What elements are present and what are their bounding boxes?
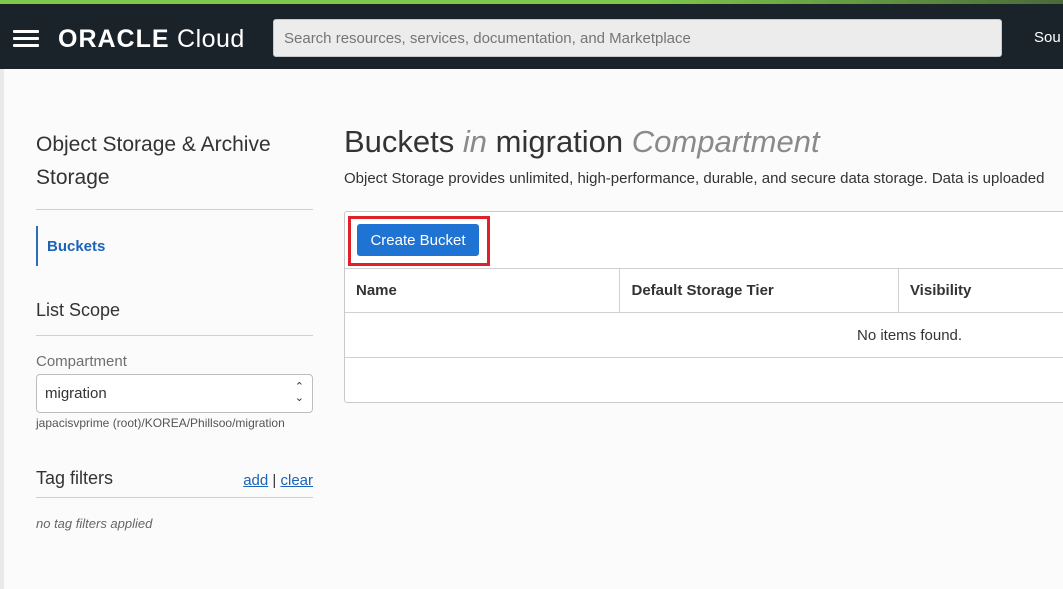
tag-add-link[interactable]: add [243,472,268,489]
column-header-visibility[interactable]: Visibility [899,269,1063,312]
title-compartment-name: migration [495,124,624,159]
tag-clear-link[interactable]: clear [280,472,313,489]
sidebar-item-label[interactable]: Buckets [47,238,105,255]
left-edge-strip [0,69,4,589]
sidebar-item-buckets[interactable]: Buckets [36,226,313,266]
page-title: Buckets in migration Compartment [344,124,1044,160]
tag-filters-heading: Tag filters [36,468,114,488]
region-selector[interactable]: Sou [1034,29,1061,46]
list-scope-heading: List Scope [36,300,313,336]
empty-table-message: No items found. [857,327,963,344]
title-in: in [462,124,488,159]
sidebar-title: Object Storage & Archive Storage [36,128,313,210]
main-content: Buckets in migration Compartment Object … [344,124,1044,187]
buckets-table-panel: Create Bucket Name Default Storage Tier … [344,211,1063,403]
title-compartment-word: Compartment [631,124,820,159]
tag-filter-links: add | clear [243,472,313,489]
tag-filters-row: Tag filters add | clear [36,468,313,498]
global-search-input[interactable] [273,19,1002,57]
column-header-default-storage-tier[interactable]: Default Storage Tier [620,269,899,312]
table-header: Name Default Storage Tier Visibility [345,268,1063,313]
compartment-value: migration [45,385,107,402]
empty-table-row: No items found. [345,313,1063,358]
top-navigation-bar: ORACLE Cloud Sou [0,4,1063,69]
no-tag-filters-text: no tag filters applied [36,516,153,531]
select-arrows-icon: ⌃ ⌄ [294,381,304,404]
logo-brand: ORACLE [58,25,170,53]
compartment-select[interactable]: migration ⌃ ⌄ [36,374,313,413]
create-bucket-button[interactable]: Create Bucket [357,224,479,256]
logo-product: Cloud [177,25,245,53]
page-description: Object Storage provides unlimited, high-… [344,170,1045,187]
hamburger-menu-icon[interactable] [13,30,39,48]
title-resource: Buckets [344,124,455,159]
compartment-label: Compartment [36,353,127,370]
compartment-path: japacisvprime (root)/KOREA/Phillsoo/migr… [36,416,285,430]
tag-separator: | [272,472,277,489]
sidebar: Object Storage & Archive Storage Buckets… [36,128,313,531]
column-header-name[interactable]: Name [345,269,621,312]
oracle-cloud-logo[interactable]: ORACLE Cloud [58,25,245,54]
